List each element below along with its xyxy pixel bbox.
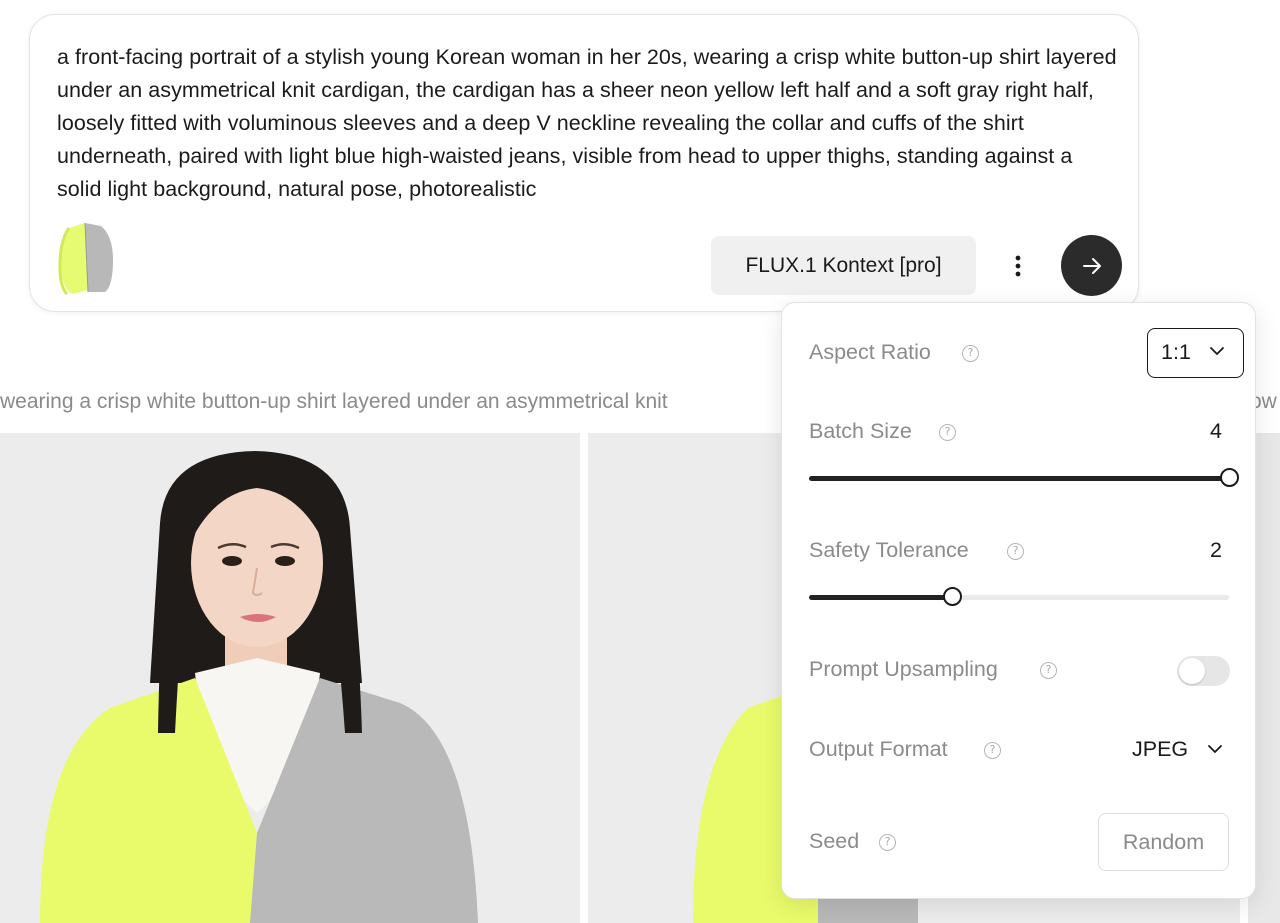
generated-image-1[interactable] (0, 433, 580, 923)
send-button[interactable] (1061, 235, 1122, 296)
model-select-button[interactable]: FLUX.1 Kontext [pro] (711, 236, 976, 295)
aspect-ratio-value: 1:1 (1161, 340, 1191, 364)
output-format-value: JPEG (1132, 737, 1189, 761)
prompt-card: a front-facing portrait of a stylish you… (29, 14, 1139, 312)
output-format-label: Output Format (809, 737, 948, 761)
batch-size-help-icon[interactable]: ? (939, 424, 956, 441)
chevron-down-icon (1208, 745, 1222, 753)
toggle-knob (1179, 658, 1205, 684)
output-format-help-icon[interactable]: ? (984, 742, 1001, 759)
batch-size-slider[interactable] (809, 468, 1239, 487)
safety-tolerance-slider-thumb[interactable] (942, 587, 962, 606)
reference-image-thumbnail[interactable] (55, 220, 121, 298)
batch-size-slider-thumb[interactable] (1220, 468, 1239, 487)
aspect-ratio-label: Aspect Ratio (809, 340, 931, 364)
prompt-textarea[interactable]: a front-facing portrait of a stylish you… (57, 41, 1117, 206)
arrow-right-icon (1082, 257, 1101, 274)
safety-tolerance-help-icon[interactable]: ? (1007, 543, 1024, 560)
prompt-upsampling-toggle[interactable] (1177, 656, 1230, 686)
caption-text: wearing a crisp white button-up shirt la… (0, 390, 668, 413)
seed-help-icon[interactable]: ? (879, 834, 896, 851)
output-format-select[interactable]: JPEG (1132, 735, 1232, 767)
batch-size-value: 4 (1210, 419, 1222, 443)
settings-panel: Aspect Ratio ? 1:1 Batch Size ? 4 Safety… (781, 302, 1256, 899)
batch-size-label: Batch Size (809, 419, 912, 443)
safety-tolerance-slider-fill (809, 595, 952, 600)
more-options-kebab-icon[interactable] (1000, 247, 1036, 285)
safety-tolerance-label: Safety Tolerance (809, 538, 969, 562)
seed-label: Seed (809, 829, 860, 853)
prompt-upsampling-label: Prompt Upsampling (809, 657, 998, 681)
seed-input[interactable]: Random (1098, 813, 1229, 871)
aspect-ratio-select[interactable]: 1:1 (1147, 328, 1244, 378)
batch-size-slider-fill (809, 476, 1229, 481)
prompt-upsampling-help-icon[interactable]: ? (1040, 662, 1057, 679)
chevron-down-icon (1210, 347, 1224, 355)
safety-tolerance-slider[interactable] (809, 587, 1229, 606)
safety-tolerance-value: 2 (1210, 538, 1222, 562)
aspect-ratio-help-icon[interactable]: ? (962, 345, 979, 362)
